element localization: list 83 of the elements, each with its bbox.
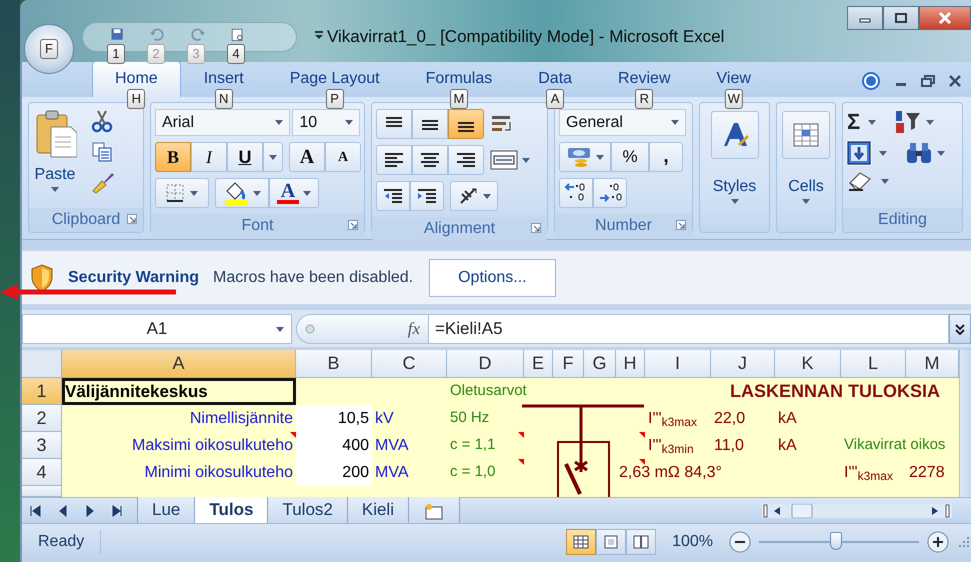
key-tip: 3 <box>187 44 205 64</box>
table-cell[interactable]: I'''$_{k3max}$ <box>645 405 711 432</box>
comma-button[interactable]: , <box>649 142 683 172</box>
column-header[interactable]: H <box>616 350 645 378</box>
key-tip: A <box>546 89 564 109</box>
table-cell[interactable]: Minimi oikosulkuteho <box>62 459 296 486</box>
shrink-font-button[interactable]: A <box>325 142 361 172</box>
key-tip: N <box>214 89 233 109</box>
table-cell[interactable]: MVA <box>372 432 447 459</box>
group-label: Clipboard <box>52 210 120 230</box>
insert-function-button[interactable]: fx <box>408 316 420 342</box>
paste-button[interactable]: Paste <box>34 163 76 187</box>
styles-label: Styles <box>712 177 756 197</box>
table-cell[interactable]: 400 <box>296 432 372 459</box>
row-header[interactable]: 3 <box>22 432 62 459</box>
group-label: Font <box>241 216 274 236</box>
key-tip: 4 <box>227 44 245 64</box>
row-header[interactable]: 2 <box>22 405 62 432</box>
autosum-button[interactable]: Σ <box>847 110 860 134</box>
options-button[interactable]: Options... <box>429 258 556 296</box>
column-header[interactable]: I <box>645 350 711 378</box>
table-cell[interactable]: c = 1,0 <box>447 459 524 486</box>
percent-button[interactable]: % <box>611 142 649 172</box>
key-tip: R <box>635 89 654 109</box>
table-cell[interactable]: I'''$_{k3max}$ <box>841 459 906 486</box>
row-header[interactable]: 4 <box>22 459 62 486</box>
table-cell[interactable]: Vikavirrat oikos <box>841 432 959 459</box>
table-cell[interactable]: 11,0 <box>711 432 775 459</box>
table-cell[interactable]: Välijännitekeskus <box>62 378 296 405</box>
bold-button[interactable]: B <box>155 142 191 172</box>
font-name-field[interactable]: Arial <box>155 109 290 136</box>
warning-message: Macros have been disabled. <box>212 268 414 288</box>
window-title: Vikavirrat1_0_ [Compatibility Mode] - Microsoft Excel <box>327 26 724 48</box>
status-text: Ready <box>22 530 102 554</box>
table-cell[interactable]: kA <box>775 432 841 459</box>
table-cell[interactable]: 10,5 <box>296 405 372 432</box>
name-box[interactable]: A1 <box>22 314 292 344</box>
table-cell[interactable]: kV <box>372 405 447 432</box>
column-header[interactable]: M <box>906 350 959 378</box>
key-tip: H <box>127 89 146 109</box>
key-tip: F <box>40 39 58 59</box>
underline-button[interactable]: U <box>227 142 263 172</box>
key-tip: W <box>724 89 743 109</box>
italic-button[interactable]: I <box>191 142 227 172</box>
table-cell[interactable]: MVA <box>372 459 447 486</box>
column-header[interactable]: K <box>775 350 841 378</box>
column-header[interactable]: L <box>841 350 906 378</box>
table-cell[interactable]: 2,63 mΩ 84,3° <box>616 459 775 486</box>
group-label: Editing <box>878 210 927 230</box>
grow-font-button[interactable]: A <box>289 142 325 172</box>
font-color-button[interactable]: A <box>269 178 319 208</box>
number-format-field[interactable]: General <box>559 109 686 136</box>
column-header[interactable]: E <box>524 350 553 378</box>
zoom-level: 100% <box>672 532 713 552</box>
column-header[interactable]: G <box>584 350 616 378</box>
table-cell[interactable]: 50 Hz <box>447 405 524 432</box>
key-tip: 2 <box>147 44 165 64</box>
table-cell[interactable]: LASKENNAN TULOKSIA <box>711 378 959 405</box>
column-header[interactable]: J <box>711 350 775 378</box>
table-cell[interactable]: kA <box>775 405 841 432</box>
table-cell[interactable]: 200 <box>296 459 372 486</box>
column-header[interactable]: A <box>62 350 296 378</box>
table-cell[interactable]: I'''$_{k3min}$ <box>645 432 711 459</box>
formula-field[interactable]: =Kieli!A5 <box>429 314 949 344</box>
column-header[interactable]: C <box>372 350 447 378</box>
column-header[interactable]: B <box>296 350 372 378</box>
group-label: Number <box>595 216 652 236</box>
warning-title: Security Warning <box>68 268 199 288</box>
font-size-field[interactable]: 10 <box>292 109 360 136</box>
table-cell[interactable]: Oletusarvot <box>447 378 553 405</box>
table-cell[interactable]: c = 1,1 <box>447 432 524 459</box>
table-cell[interactable]: Nimellisjännite <box>62 405 296 432</box>
key-tip: P <box>326 89 344 109</box>
key-tip: 1 <box>107 44 125 64</box>
column-header[interactable]: F <box>553 350 584 378</box>
column-header[interactable]: D <box>447 350 524 378</box>
table-cell[interactable]: 2278 <box>906 459 959 486</box>
group-label: Alignment <box>424 219 496 239</box>
key-tip: M <box>450 89 468 109</box>
table-cell[interactable]: 22,0 <box>711 405 775 432</box>
cells-label: Cells <box>788 177 824 197</box>
row-header[interactable]: 1 <box>22 378 62 405</box>
office-button[interactable]: F <box>24 24 74 74</box>
